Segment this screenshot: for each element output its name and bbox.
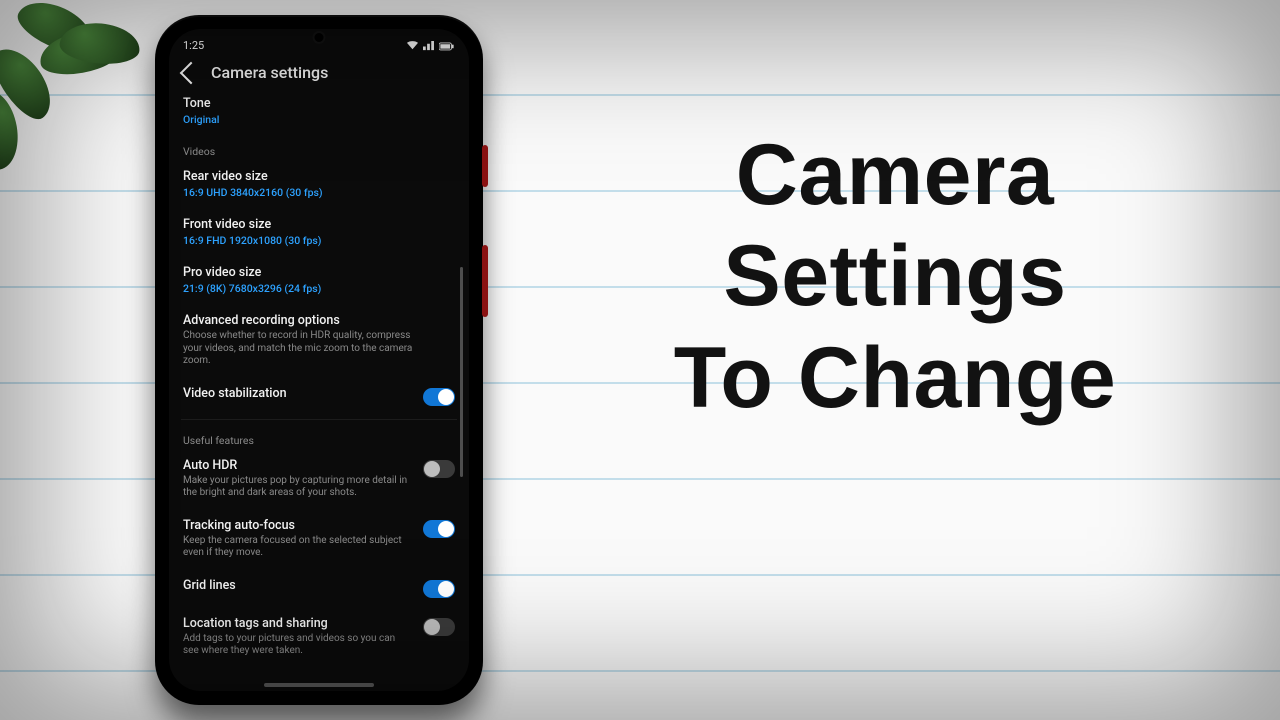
page-title: Camera settings bbox=[211, 63, 328, 82]
divider bbox=[181, 419, 457, 420]
scroll-indicator bbox=[460, 267, 463, 477]
row-description: Make your pictures pop by capturing more… bbox=[183, 475, 413, 500]
row-title: Video stabilization bbox=[183, 386, 415, 401]
toggle-video-stabilization[interactable] bbox=[423, 388, 455, 406]
status-time: 1:25 bbox=[183, 39, 204, 52]
row-location-tags[interactable]: Location tags and sharing Add tags to yo… bbox=[183, 607, 455, 667]
toggle-auto-hdr[interactable] bbox=[423, 460, 455, 478]
toggle-tracking-autofocus[interactable] bbox=[423, 520, 455, 538]
row-title: Tone bbox=[183, 96, 455, 111]
row-title: Location tags and sharing bbox=[183, 616, 415, 631]
power-button bbox=[482, 145, 488, 187]
row-grid-lines[interactable]: Grid lines bbox=[183, 569, 455, 607]
toggle-location-tags[interactable] bbox=[423, 618, 455, 636]
gesture-bar[interactable] bbox=[264, 683, 374, 687]
row-title: Grid lines bbox=[183, 578, 415, 593]
row-value: 16:9 FHD 1920x1080 (30 fps) bbox=[183, 234, 455, 247]
row-description: Keep the camera focused on the selected … bbox=[183, 535, 413, 560]
phone-screen: 1:25 Camera settings bbox=[169, 29, 469, 691]
row-value: 16:9 UHD 3840x2160 (30 fps) bbox=[183, 186, 455, 199]
row-title: Rear video size bbox=[183, 169, 455, 184]
paper-background: Camera Settings To Change 1:25 bbox=[0, 0, 1280, 720]
row-description: Add tags to your pictures and videos so … bbox=[183, 633, 413, 658]
phone-mockup: 1:25 Camera settings bbox=[155, 15, 483, 705]
camera-notch bbox=[315, 33, 324, 42]
row-video-stabilization[interactable]: Video stabilization bbox=[183, 377, 455, 415]
section-videos: Videos bbox=[183, 145, 455, 158]
row-title: Auto HDR bbox=[183, 458, 415, 473]
row-title: Front video size bbox=[183, 217, 455, 232]
status-icons bbox=[407, 41, 455, 50]
toggle-grid-lines[interactable] bbox=[423, 580, 455, 598]
row-value: Original bbox=[183, 113, 455, 126]
section-useful-features: Useful features bbox=[183, 434, 455, 447]
thumbnail-title: Camera Settings To Change bbox=[570, 125, 1220, 429]
volume-button bbox=[482, 245, 488, 317]
settings-list[interactable]: Tone Original Videos Rear video size 16:… bbox=[169, 87, 467, 683]
row-title: Pro video size bbox=[183, 265, 455, 280]
title-line: Settings bbox=[570, 226, 1220, 327]
title-line: Camera bbox=[570, 125, 1220, 226]
plant-decoration bbox=[0, 0, 180, 190]
row-title: Tracking auto-focus bbox=[183, 518, 415, 533]
title-line: To Change bbox=[570, 328, 1220, 429]
row-front-video-size[interactable]: Front video size 16:9 FHD 1920x1080 (30 … bbox=[183, 208, 455, 256]
back-icon[interactable] bbox=[180, 61, 203, 84]
row-auto-hdr[interactable]: Auto HDR Make your pictures pop by captu… bbox=[183, 449, 455, 509]
battery-icon bbox=[439, 41, 455, 50]
row-pro-video-size[interactable]: Pro video size 21:9 (8K) 7680x3296 (24 f… bbox=[183, 256, 455, 304]
row-description: Choose whether to record in HDR quality,… bbox=[183, 330, 413, 368]
row-advanced-recording[interactable]: Advanced recording options Choose whethe… bbox=[183, 304, 455, 377]
row-title: Advanced recording options bbox=[183, 313, 455, 328]
wifi-icon bbox=[407, 41, 418, 50]
row-tone[interactable]: Tone Original bbox=[183, 87, 455, 135]
signal-icon bbox=[423, 41, 434, 50]
row-rear-video-size[interactable]: Rear video size 16:9 UHD 3840x2160 (30 f… bbox=[183, 160, 455, 208]
row-value: 21:9 (8K) 7680x3296 (24 fps) bbox=[183, 282, 455, 295]
row-tracking-autofocus[interactable]: Tracking auto-focus Keep the camera focu… bbox=[183, 509, 455, 569]
